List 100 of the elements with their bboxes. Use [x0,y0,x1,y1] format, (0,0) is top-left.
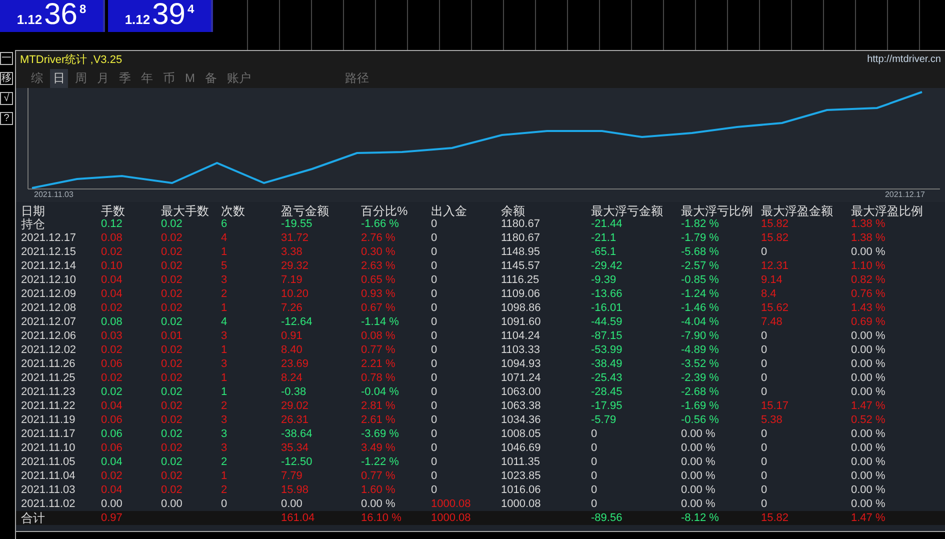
row-label: 2021.12.07 [21,314,78,329]
end-date: 2021.12.17 [884,190,925,199]
table-cell-text: 0 [431,482,438,497]
table-cell-text: 0.02 [161,342,184,357]
table-cell-text: 0.02 [161,314,184,329]
website-link[interactable]: http://mtdriver.cn [867,54,941,66]
row-label: 2021.12.15 [21,244,78,259]
table-cell-text: 0.12 [101,217,124,231]
table-cell-text: 0 [761,244,768,259]
table-cell-text: 1016.06 [501,482,542,497]
table-cell-text: 0 [431,356,438,371]
tab[interactable]: 月 [94,68,112,88]
tab[interactable]: 综 [28,68,46,88]
table-cell-text: 7.19 [281,272,304,287]
row-label: 持仓 [21,216,46,231]
table-cell-text: 1180.67 [501,230,541,245]
column-header: 盈亏金额 [281,202,330,219]
table-cell-text: 1023.85 [501,468,542,483]
tab[interactable]: 币 [160,68,178,88]
table-cell-text: 0.77 % [361,342,396,357]
table-cell-text: 0.04 [101,482,124,497]
table-cell-text: -9.39 [591,272,618,287]
table-cell-text: 0.65 % [361,272,396,287]
table-cell-text: 0.00 % [851,370,886,385]
table-cell-text: 0 [591,426,598,441]
table-cell-text: 0.02 [101,342,124,357]
table-cell-text: -3.69 % [361,426,400,441]
table-cell-text: 16.10 % [361,510,402,525]
table-cell-text: -0.04 % [361,384,400,399]
row-label: 2021.11.23 [21,384,76,399]
tab[interactable]: 季 [116,68,134,88]
table-cell-text: 0.06 [101,412,124,427]
table-cell-text: 0.08 [101,314,124,329]
price-prefix: 1.12 [124,12,150,27]
table-cell-text: 8.24 [281,370,304,385]
table-cell-text: -87.15 [591,328,624,343]
table-cell-text: 1091.60 [501,314,542,329]
table-cell-text: 3.38 [281,244,304,259]
table-cell-text: 0.02 [161,468,184,483]
tab[interactable]: 备 [202,68,220,88]
table-cell-text: 29.32 [281,258,310,273]
tab[interactable]: M [182,70,198,86]
table-cell-text: 0.00 % [851,454,886,469]
table-cell-text: 0 [761,440,768,455]
table-cell-text: 1 [221,244,228,259]
toolbar-button[interactable]: ? [0,112,13,125]
table-cell-text: 161.04 [281,510,316,525]
table-cell-text: 0 [431,342,438,357]
table-cell-text: 0 [761,356,768,371]
table-cell-text: 1 [221,300,228,315]
table-cell-text: 1.60 % [361,482,396,497]
price-digits: 36 [44,0,78,30]
table-cell-text: 0.01 [161,328,184,343]
table-cell-text: 0 [591,440,598,455]
table-cell-text: 0 [591,482,598,497]
table-cell-text: 0.02 [161,454,184,469]
column-header: 最大浮亏金额 [591,202,664,219]
table-cell-text: 1180.67 [501,217,541,231]
table-cell-text: 0.82 % [851,272,886,287]
table-cell-text: 0.06 [101,440,124,455]
table-cell-text: -1.14 % [361,314,400,329]
table-cell-text: -21.44 [591,216,624,231]
table-cell-text: -53.99 [591,342,624,357]
table-cell-text: 0 [431,300,438,315]
price-prefix: 1.12 [16,12,42,27]
table-cell-text: 2.61 % [361,412,396,427]
table-cell-text: 0 [761,384,768,399]
table-cell-text: 0.77 % [361,468,396,483]
table-cell-text: -44.59 [591,314,624,329]
table-cell-text: 0.10 [101,258,124,273]
toolbar-button[interactable]: √ [0,92,13,105]
tab[interactable]: 路径 [342,68,372,88]
table-cell-text: 1008.05 [501,426,542,441]
tab[interactable]: 周 [72,68,90,88]
table-cell-text: 3 [221,356,228,371]
table-cell-text: -25.43 [591,370,624,385]
table-cell-text: 0 [591,468,598,483]
table-cell-text: 0 [761,342,768,357]
tab[interactable]: 账户 [224,68,254,88]
toolbar-button[interactable]: 移 [0,72,13,85]
toolbar-button[interactable]: 一 [0,52,13,65]
table-cell-text: 0 [431,370,438,385]
table-cell-text: 1116.25 [501,272,540,287]
table-cell-text: 3 [221,412,228,427]
tab[interactable]: 日 [50,68,68,88]
table-cell-text: 0.00 % [681,482,716,497]
row-label: 2021.11.22 [21,398,76,413]
table-cell-text: 1071.24 [501,370,542,385]
table-cell-text: 0.02 [161,244,184,259]
tab[interactable]: 年 [138,68,156,88]
table-cell-text: 0.02 [161,286,184,301]
table-cell-text: -2.39 % [681,370,720,385]
row-label: 合计 [21,510,46,525]
table-cell-text: 3.49 % [361,440,396,455]
table-cell-text: 0.69 % [851,314,886,329]
column-header: 最大手数 [161,202,210,219]
table-cell-text: 0.00 % [851,468,886,483]
table-cell-text: 2.63 % [361,258,396,273]
table-cell-text: -5.79 [591,412,618,427]
table-cell-text: -17.95 [591,398,624,413]
